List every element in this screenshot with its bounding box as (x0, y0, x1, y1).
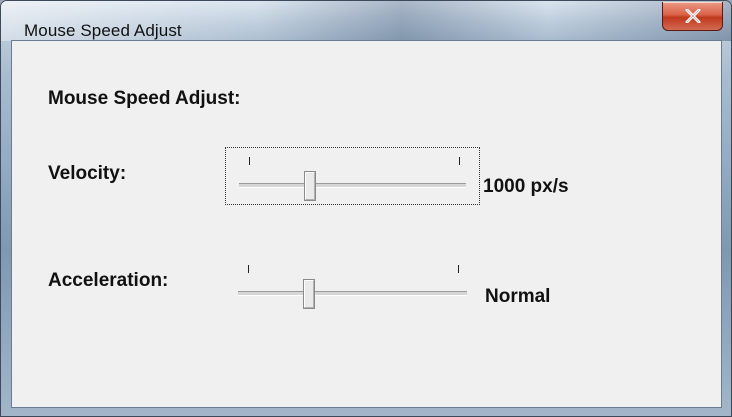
velocity-slider-track (239, 183, 466, 188)
acceleration-value: Normal (485, 286, 551, 307)
velocity-slider[interactable] (225, 147, 480, 205)
acceleration-slider[interactable] (225, 256, 480, 314)
window-title: Mouse Speed Adjust (24, 21, 182, 40)
acceleration-slider-thumb[interactable] (303, 279, 316, 309)
acceleration-slider-tick-max (458, 265, 459, 273)
title-bar[interactable]: Mouse Speed Adjust (1, 1, 731, 41)
velocity-slider-tick-min (249, 157, 250, 165)
acceleration-slider-track (238, 291, 467, 296)
close-icon (685, 9, 701, 23)
acceleration-slider-tick-min (248, 265, 249, 273)
velocity-slider-tick-max (459, 157, 460, 165)
acceleration-label: Acceleration: (48, 270, 169, 291)
dialog-window: Mouse Speed Adjust Mouse Speed Adjust: V… (0, 0, 732, 417)
close-button[interactable] (662, 2, 723, 31)
velocity-label: Velocity: (48, 163, 127, 184)
velocity-value: 1000 px/s (483, 176, 569, 197)
velocity-slider-thumb[interactable] (303, 171, 316, 201)
dialog-heading: Mouse Speed Adjust: (48, 88, 241, 109)
